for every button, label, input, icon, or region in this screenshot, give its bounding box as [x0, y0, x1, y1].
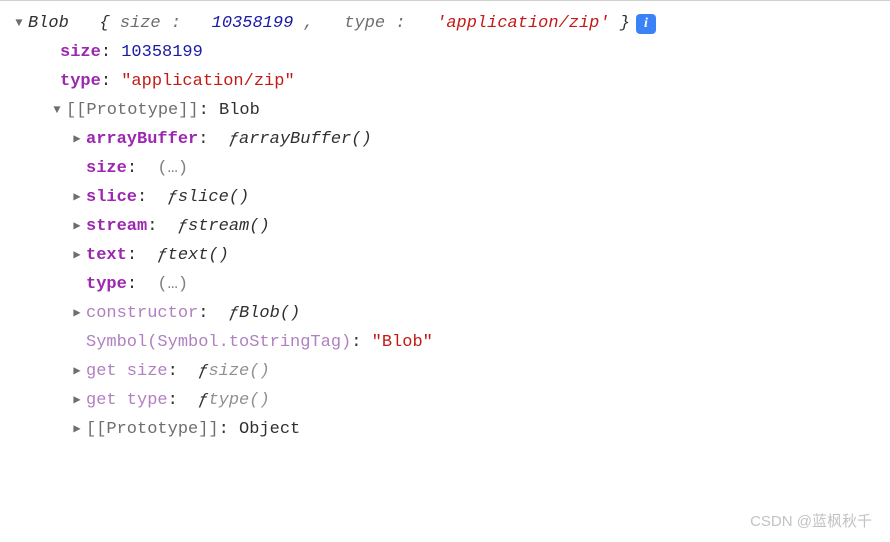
string-value: "Blob" [372, 328, 433, 357]
expand-toggle-icon[interactable]: ▶ [70, 183, 84, 212]
property-row[interactable]: ▶ size : 10358199 [12, 38, 890, 67]
expand-toggle-icon[interactable]: ▶ [70, 299, 84, 328]
prototype-member-row[interactable]: ▶stream: ƒ stream() [12, 212, 890, 241]
expand-toggle-icon[interactable]: ▶ [70, 415, 84, 444]
expand-toggle-icon[interactable]: ▶ [70, 241, 84, 270]
watermark: CSDN @蓝枫秋千 [750, 507, 872, 536]
function-name: text() [168, 241, 229, 270]
member-key: text [86, 241, 127, 270]
spacer-icon: ▶ [70, 154, 84, 183]
function-name: Blob() [239, 299, 300, 328]
prototype-row[interactable]: ▶ [[Prototype]] : Object [12, 415, 890, 444]
property-row[interactable]: ▶ type : "application/zip" [12, 67, 890, 96]
function-glyph-icon: ƒ [198, 386, 208, 415]
prototype-member-row[interactable]: ▶arrayBuffer: ƒ arrayBuffer() [12, 125, 890, 154]
spacer-icon: ▶ [44, 38, 58, 67]
prototype-member-row[interactable]: ▶type: (…) [12, 270, 890, 299]
brace-open: { [99, 14, 109, 33]
function-glyph-icon: ƒ [157, 241, 167, 270]
prototype-member-row[interactable]: ▶slice: ƒ slice() [12, 183, 890, 212]
function-glyph-icon: ƒ [229, 125, 239, 154]
function-glyph-icon: ƒ [198, 357, 208, 386]
function-glyph-icon: ƒ [229, 299, 239, 328]
spacer-icon: ▶ [44, 67, 58, 96]
expand-toggle-icon[interactable]: ▶ [70, 125, 84, 154]
member-key: arrayBuffer [86, 125, 198, 154]
member-key: type [86, 270, 127, 299]
prototype-member-row[interactable]: ▶get type: ƒ type() [12, 386, 890, 415]
member-key: Symbol(Symbol.toStringTag) [86, 328, 351, 357]
expand-toggle-icon[interactable]: ▼ [50, 96, 64, 125]
prop-value-size: 10358199 [121, 38, 203, 67]
member-key: stream [86, 212, 147, 241]
function-name: stream() [188, 212, 270, 241]
prototype-members: ▶arrayBuffer: ƒ arrayBuffer()▶size: (…)▶… [12, 125, 890, 415]
spacer-icon: ▶ [70, 270, 84, 299]
prop-key-type: type [60, 67, 101, 96]
function-glyph-icon: ƒ [168, 183, 178, 212]
prototype-value: Object [239, 415, 300, 444]
member-key: get type [86, 386, 168, 415]
prop-key-size: size [60, 38, 101, 67]
prop-value-type: "application/zip" [121, 67, 294, 96]
summary-type-value: 'application/zip' [436, 14, 609, 33]
member-key: slice [86, 183, 137, 212]
summary-size-value: 10358199 [212, 14, 294, 33]
object-summary-row[interactable]: ▼ Blob { size : 10358199 , type : 'appli… [12, 9, 890, 38]
prototype-row[interactable]: ▼ [[Prototype]] : Blob [12, 96, 890, 125]
function-name: slice() [178, 183, 249, 212]
ellipsis-value[interactable]: (…) [157, 270, 188, 299]
brace-close: } [620, 14, 630, 33]
class-name: Blob [28, 14, 69, 33]
function-name: size() [208, 357, 269, 386]
ellipsis-value[interactable]: (…) [157, 154, 188, 183]
prototype-value: Blob [219, 96, 260, 125]
prototype-member-row[interactable]: ▶get size: ƒ size() [12, 357, 890, 386]
prototype-member-row[interactable]: ▶Symbol(Symbol.toStringTag): "Blob" [12, 328, 890, 357]
member-key: get size [86, 357, 168, 386]
member-key: size [86, 154, 127, 183]
expand-toggle-icon[interactable]: ▶ [70, 386, 84, 415]
prototype-member-row[interactable]: ▶size: (…) [12, 154, 890, 183]
prototype-member-row[interactable]: ▶constructor: ƒ Blob() [12, 299, 890, 328]
expand-toggle-icon[interactable]: ▶ [70, 357, 84, 386]
info-icon[interactable]: i [636, 14, 656, 34]
summary-size-key: size [120, 14, 161, 33]
summary-type-key: type [344, 14, 385, 33]
prototype-label: [[Prototype]] [66, 96, 199, 125]
function-name: arrayBuffer() [239, 125, 372, 154]
spacer-icon: ▶ [70, 328, 84, 357]
function-glyph-icon: ƒ [178, 212, 188, 241]
expand-toggle-icon[interactable]: ▶ [70, 212, 84, 241]
expand-toggle-icon[interactable]: ▼ [12, 9, 26, 38]
function-name: type() [208, 386, 269, 415]
prototype-label: [[Prototype]] [86, 415, 219, 444]
prototype-member-row[interactable]: ▶text: ƒ text() [12, 241, 890, 270]
member-key: constructor [86, 299, 198, 328]
